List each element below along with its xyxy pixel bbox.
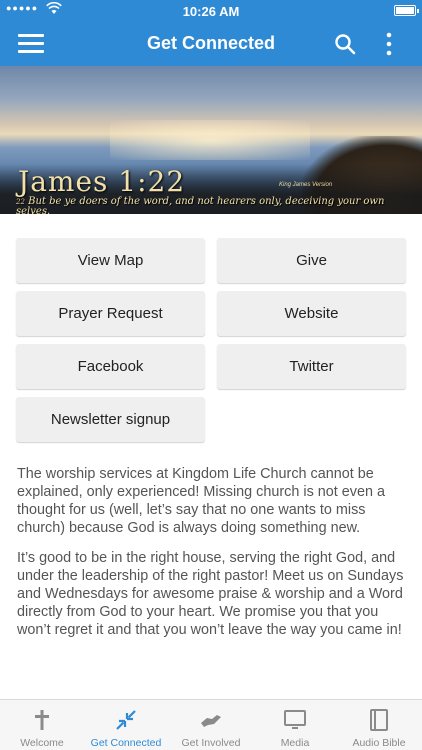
verse-body: But be ye doers of the word, and not hea…: [16, 196, 385, 215]
tab-audio-bible[interactable]: Audio Bible: [336, 700, 422, 750]
tab-media-label: Media: [280, 737, 310, 749]
more-options-icon[interactable]: [378, 31, 400, 57]
tab-media[interactable]: Media: [254, 700, 336, 750]
battery-icon: [394, 5, 419, 16]
bible-version-label: King James Version: [279, 182, 333, 188]
description-paragraph-1: The worship services at Kingdom Life Chu…: [17, 466, 385, 536]
bottom-tab-bar: Welcome Get Connected Get Involved Media…: [0, 699, 422, 750]
book-icon: [370, 709, 388, 731]
tab-welcome-label: Welcome: [20, 737, 64, 749]
app-bar: Get Connected: [0, 22, 422, 66]
tab-get-connected[interactable]: Get Connected: [84, 700, 168, 750]
page-title: Get Connected: [146, 33, 275, 53]
tab-get-involved[interactable]: Get Involved: [168, 700, 254, 750]
verse-reference: James 1:22: [18, 165, 186, 198]
handshake-icon: [201, 715, 221, 727]
search-icon[interactable]: [334, 33, 356, 55]
verse-text: 22 But be ye doers of the word, and not …: [16, 196, 416, 215]
description-paragraph-2: It’s good to be in the right house, serv…: [17, 550, 404, 638]
tab-get-connected-label: Get Connected: [90, 737, 162, 749]
view-map-button[interactable]: View Map: [16, 238, 205, 283]
twitter-button[interactable]: Twitter: [217, 344, 406, 389]
tab-get-involved-label: Get Involved: [181, 737, 241, 749]
cross-icon: [35, 710, 49, 730]
connect-arrows-icon: [116, 710, 136, 730]
status-bar: ●●●●● 10:26 AM: [0, 0, 422, 22]
status-time: 10:26 AM: [182, 4, 240, 19]
prayer-request-button[interactable]: Prayer Request: [16, 291, 205, 336]
tab-welcome[interactable]: Welcome: [0, 700, 84, 750]
tab-audio-bible-label: Audio Bible: [352, 737, 406, 749]
verse-number: 22: [16, 198, 25, 206]
monitor-icon: [284, 710, 306, 729]
give-button[interactable]: Give: [217, 238, 406, 283]
newsletter-signup-button[interactable]: Newsletter signup: [16, 397, 205, 442]
facebook-button[interactable]: Facebook: [16, 344, 205, 389]
verse-banner-image: James 1:22 King James Version 22 But be …: [0, 66, 422, 214]
website-button[interactable]: Website: [217, 291, 406, 336]
